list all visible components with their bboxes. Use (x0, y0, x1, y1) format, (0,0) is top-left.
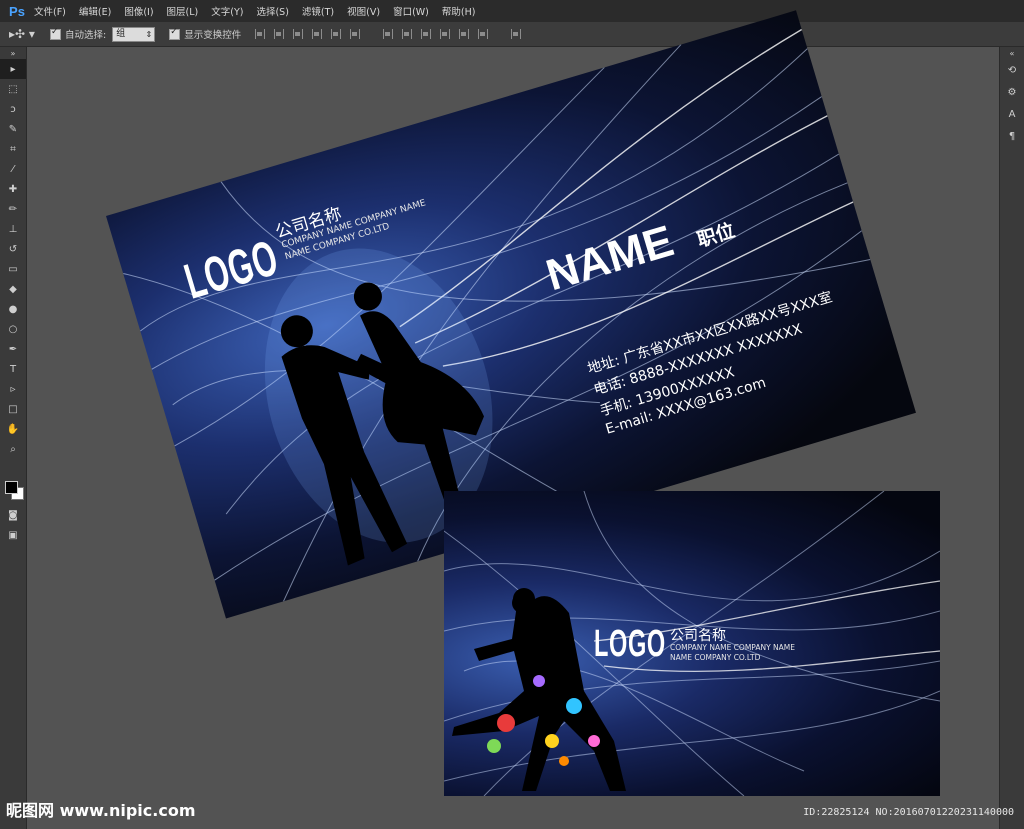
show-transform-checkbox[interactable] (169, 27, 181, 40)
menu-view[interactable]: 视图(V) (347, 4, 380, 18)
quick-mask-icon[interactable]: ◙ (0, 505, 26, 525)
business-card-back: LOGO 公司名称 COMPANY NAME COMPANY NAME NAME… (444, 491, 940, 796)
expand-panels-icon[interactable]: « (1000, 47, 1024, 59)
photoshop-logo: Ps (9, 3, 25, 19)
menu-filter[interactable]: 滤镜(T) (302, 4, 334, 18)
menu-file[interactable]: 文件(F) (34, 4, 66, 18)
show-transform-label: 显示变换控件 (184, 30, 242, 41)
distribute-right-icon[interactable] (478, 29, 489, 39)
distribute-top-icon[interactable] (383, 29, 394, 39)
paragraph-panel-icon[interactable]: ¶ (1000, 125, 1024, 147)
auto-select-label: 自动选择: (65, 30, 107, 41)
align-hcenter-icon[interactable] (331, 29, 342, 39)
type-tool-icon[interactable]: T (0, 359, 26, 379)
menu-select[interactable]: 选择(S) (256, 4, 288, 18)
align-top-icon[interactable] (255, 29, 266, 39)
auto-select-dropdown[interactable]: 组 (112, 26, 156, 42)
align-buttons (255, 29, 369, 39)
hand-tool-icon[interactable]: ✋ (0, 419, 26, 439)
menu-edit[interactable]: 编辑(E) (79, 4, 111, 18)
watermark-site-text: 昵图网 www.nipic.com (6, 801, 196, 820)
dodge-tool-icon[interactable]: ○ (0, 319, 26, 339)
eyedropper-tool-icon[interactable]: ⁄ (0, 159, 26, 179)
menu-layer[interactable]: 图层(L) (167, 4, 199, 18)
pen-tool-icon[interactable]: ✒ (0, 339, 26, 359)
menu-bar: Ps 文件(F) 编辑(E) 图像(I) 图层(L) 文字(Y) 选择(S) 滤… (0, 0, 1024, 22)
path-select-tool-icon[interactable]: ▹ (0, 379, 26, 399)
collapse-icon[interactable]: » (0, 47, 26, 59)
options-bar: ▸✣ ▾ 自动选择: 组 显示变换控件 (0, 22, 1024, 47)
properties-panel-icon[interactable]: ⚙ (1000, 81, 1024, 103)
lasso-tool-icon[interactable]: ↄ (0, 99, 26, 119)
menu-image[interactable]: 图像(I) (124, 4, 153, 18)
menu-type[interactable]: 文字(Y) (211, 4, 243, 18)
zoom-tool-icon[interactable]: ⌕ (0, 439, 26, 459)
site-watermark: 昵图网 www.nipic.com (6, 797, 196, 821)
align-vcenter-icon[interactable] (274, 29, 285, 39)
eraser-tool-icon[interactable]: ▭ (0, 259, 26, 279)
distribute-left-icon[interactable] (440, 29, 451, 39)
blur-tool-icon[interactable]: ● (0, 299, 26, 319)
auto-align-button (511, 29, 530, 39)
crop-tool-icon[interactable]: ⌗ (0, 139, 26, 159)
panel-dock: « ⟲ ⚙ A ¶ (999, 47, 1024, 829)
brush-tool-icon[interactable]: ✏ (0, 199, 26, 219)
card-back-company-en-1: COMPANY NAME COMPANY NAME (670, 643, 796, 652)
clone-stamp-tool-icon[interactable]: ⊥ (0, 219, 26, 239)
menu-help[interactable]: 帮助(H) (442, 4, 476, 18)
tools-panel: » ▸ ⬚ ↄ ✎ ⌗ ⁄ ✚ ✏ ⊥ ↺ ▭ ◆ ● ○ ✒ T ▹ □ ✋ … (0, 47, 27, 829)
align-right-icon[interactable] (350, 29, 361, 39)
align-bottom-icon[interactable] (293, 29, 304, 39)
menu-window[interactable]: 窗口(W) (393, 4, 429, 18)
quick-select-tool-icon[interactable]: ✎ (0, 119, 26, 139)
marquee-tool-icon[interactable]: ⬚ (0, 79, 26, 99)
distribute-buttons (383, 29, 497, 39)
image-id-watermark: ID:22825124 NO:20160701220231140000 (803, 807, 1014, 818)
distribute-bottom-icon[interactable] (421, 29, 432, 39)
move-tool-icon[interactable]: ▸ (0, 59, 26, 79)
history-panel-icon[interactable]: ⟲ (1000, 59, 1024, 81)
healing-brush-tool-icon[interactable]: ✚ (0, 179, 26, 199)
move-tool-icon[interactable]: ▸✣ ▾ (0, 27, 44, 41)
card-back-company-name: 公司名称 (670, 628, 726, 644)
card-back-company-en-2: NAME COMPANY CO.LTD (670, 653, 761, 662)
foreground-color-swatch[interactable] (5, 481, 18, 494)
dancers-paint-silhouette-graphic (452, 588, 626, 791)
paint-bucket-tool-icon[interactable]: ◆ (0, 279, 26, 299)
auto-align-icon[interactable] (511, 29, 522, 39)
auto-select-checkbox[interactable] (50, 27, 61, 40)
character-panel-icon[interactable]: A (1000, 103, 1024, 125)
screen-mode-icon[interactable]: ▣ (0, 525, 26, 545)
distribute-vcenter-icon[interactable] (402, 29, 413, 39)
card-back-logo: LOGO (594, 623, 666, 665)
history-brush-tool-icon[interactable]: ↺ (0, 239, 26, 259)
align-left-icon[interactable] (312, 29, 323, 39)
distribute-hcenter-icon[interactable] (459, 29, 470, 39)
shape-tool-icon[interactable]: □ (0, 399, 26, 419)
